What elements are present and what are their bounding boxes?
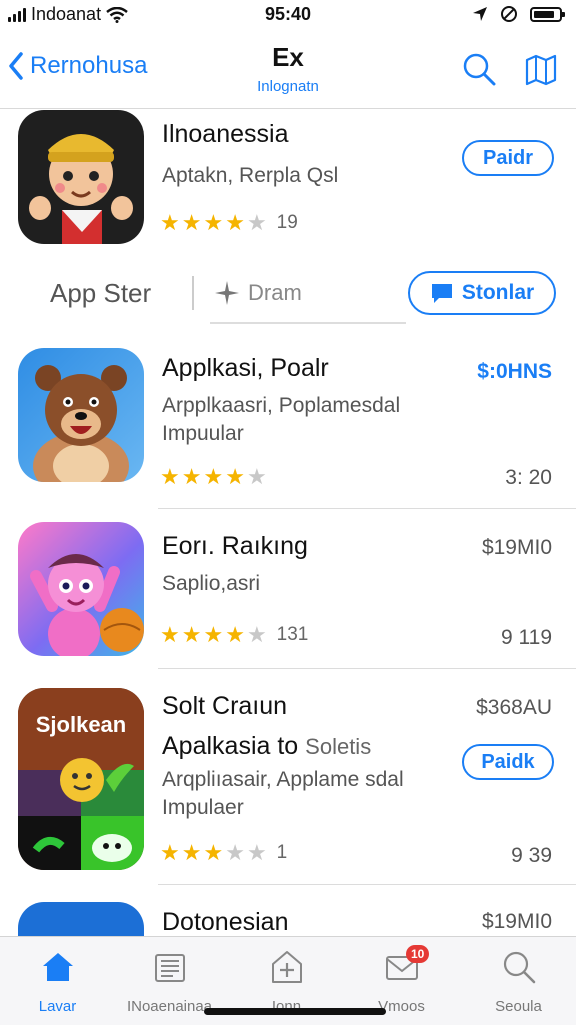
- featured-get-button[interactable]: Paidr: [462, 140, 554, 176]
- chat-bubble-icon: [431, 284, 452, 303]
- star-half-icon: ★: [246, 210, 267, 235]
- notification-badge: 10: [406, 945, 430, 963]
- rating-count: 1: [276, 842, 288, 863]
- battery-icon: [530, 6, 565, 22]
- star-icon: ★: [160, 840, 180, 865]
- star-icon: ★: [203, 622, 224, 647]
- app-row[interactable]: Eorı. Raıkıng Saplio,asri ★ ★ ★ ★ ★ 131 $19M…: [0, 510, 576, 670]
- segment-separator: [192, 276, 194, 310]
- featured-app-name[interactable]: Ilnoanessia: [162, 120, 288, 149]
- filter-segment-row: App Ster Dram Stonlar: [0, 264, 576, 326]
- app-name-part: Apalkasia to: [162, 732, 299, 760]
- search-icon: [503, 951, 535, 984]
- app-subtitle: Saplio,asri: [162, 572, 261, 595]
- search-icon[interactable]: [462, 52, 496, 86]
- home-indicator: [204, 1008, 386, 1015]
- star-icon: ★: [225, 210, 245, 235]
- star-icon: ★: [181, 622, 202, 647]
- app-subtitle: Arqpliıasair, Applame sdal: [162, 768, 404, 791]
- star-icon: ★: [160, 210, 180, 235]
- star-empty-icon: ★: [246, 840, 267, 865]
- navigation-bar: Rernohusa Ex Inlognatn: [0, 34, 576, 109]
- app-name[interactable]: Eorı. Raıkıng: [162, 532, 308, 561]
- star-icon: ★: [181, 840, 202, 865]
- app-rating: ★ ★ ★ ★ ★: [160, 466, 267, 488]
- app-icon-3[interactable]: Sjolkean: [18, 688, 144, 870]
- cartoon-character-icon: [29, 134, 133, 244]
- app-subtitle: Arpplkaasri, Poplamesdal: [162, 394, 401, 417]
- app-name[interactable]: Applkasi, Poalr: [162, 354, 329, 383]
- tab-search[interactable]: Seoula: [461, 949, 576, 1015]
- rotation-lock-icon: [501, 6, 517, 22]
- pink-character-icon: [30, 554, 144, 656]
- featured-app-row[interactable]: Ilnoanessia Aptakn, Rerpla Qsl ★ ★ ★ ★ ★ 19 …: [0, 108, 576, 264]
- star-icon: ★: [160, 464, 180, 489]
- star-half-icon: ★: [246, 464, 267, 489]
- row-divider: [158, 884, 576, 885]
- app-meta: 9 119: [501, 626, 552, 649]
- app-name-secondary: Apalkasia to Soletis: [162, 732, 371, 761]
- app-icon-4[interactable]: [18, 902, 144, 936]
- app-rating: ★ ★ ★ ★ ★ 131: [160, 624, 308, 646]
- app-price[interactable]: $:0HNS: [477, 360, 552, 384]
- segment-app-store[interactable]: App Ster: [50, 278, 151, 309]
- star-icon: ★: [181, 210, 202, 235]
- app-icon-1[interactable]: [18, 348, 144, 482]
- app-name[interactable]: Solt Craıun: [162, 692, 287, 721]
- app-price[interactable]: $19MI0: [482, 536, 552, 560]
- map-icon[interactable]: [524, 52, 558, 86]
- tab-news[interactable]: INoaenainaa: [112, 949, 227, 1015]
- app-subtitle-2: Impuular: [162, 422, 244, 445]
- app-row[interactable]: Dotonesian $19MI0: [0, 886, 576, 936]
- add-icon: [271, 951, 302, 983]
- star-icon: ★: [225, 622, 245, 647]
- tab-label: Lavar: [38, 998, 77, 1015]
- rating-count: 19: [276, 212, 298, 233]
- featured-app-icon[interactable]: [18, 110, 144, 244]
- store-button[interactable]: Stonlar: [408, 271, 556, 315]
- star-half-icon: ★: [225, 840, 245, 865]
- star-icon: ★: [203, 210, 224, 235]
- star-icon: ★: [203, 840, 224, 865]
- app-row[interactable]: Sjolkean Solt Craıun Apalkasia to Soleti…: [0, 670, 576, 886]
- app-row[interactable]: Applkasi, Poalr Arpplkaasri, Poplamesdal…: [0, 340, 576, 510]
- tab-today[interactable]: Lavar: [0, 949, 115, 1015]
- star-icon: ★: [160, 622, 180, 647]
- segment-underline: [210, 322, 406, 324]
- icon-brand-text: Sjolkean: [36, 712, 126, 737]
- tab-messages[interactable]: 10 Vmoos: [344, 945, 459, 1015]
- rating-count: 131: [276, 624, 309, 645]
- app-meta: 9 39: [511, 844, 552, 867]
- app-price[interactable]: $19MI0: [482, 910, 552, 934]
- app-icon-2[interactable]: [18, 522, 144, 656]
- star-icon: ★: [225, 464, 245, 489]
- star-icon: ★: [203, 464, 224, 489]
- app-name[interactable]: Dotonesian: [162, 908, 288, 936]
- sparkle-icon: [215, 281, 239, 305]
- game-tiles-icon: Sjolkean: [18, 688, 144, 870]
- segment-drama[interactable]: Dram: [214, 280, 302, 306]
- featured-app-subtitle: Aptakn, Rerpla Qsl: [162, 164, 339, 187]
- row-divider: [158, 508, 576, 509]
- app-rating: ★ ★ ★ ★ ★ 1: [160, 842, 287, 864]
- status-bar: Indoanat 95:40: [0, 0, 576, 34]
- tab-add[interactable]: Ionn: [229, 949, 344, 1015]
- newspaper-icon: [154, 954, 185, 982]
- segment-drama-label: Dram: [248, 280, 302, 305]
- app-subtitle-2: Impulaer: [162, 796, 244, 819]
- tab-label: Seoula: [495, 998, 542, 1015]
- store-button-label: Stonlar: [461, 281, 535, 304]
- app-meta: 3: 20: [505, 466, 552, 489]
- app-price[interactable]: $368AU: [476, 696, 552, 720]
- app-name-part-light: Soletis: [305, 734, 372, 759]
- row-divider: [158, 668, 576, 669]
- bear-character-icon: [33, 365, 129, 482]
- home-icon: [42, 953, 73, 981]
- app-get-button[interactable]: Paidk: [462, 744, 554, 780]
- location-icon: [473, 7, 487, 21]
- star-icon: ★: [181, 464, 202, 489]
- featured-rating: ★ ★ ★ ★ ★ 19: [160, 212, 298, 234]
- star-half-icon: ★: [246, 622, 267, 647]
